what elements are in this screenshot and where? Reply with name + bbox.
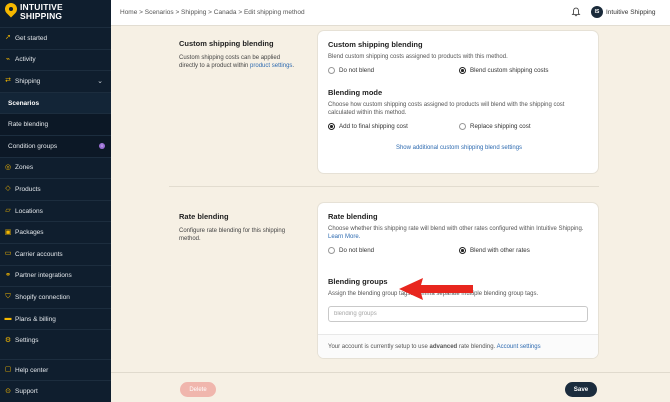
sidebar-item-label: Rate blending <box>8 121 49 129</box>
package-icon: ▣ <box>4 228 12 236</box>
custom-blending-card: Custom shipping blending Blend custom sh… <box>318 31 598 173</box>
sidebar-bottom: ▢ Help center ⊙ Support <box>0 358 111 402</box>
sidebar-item-locations[interactable]: ▱ Locations <box>0 199 111 222</box>
section-title: Custom shipping blending <box>179 39 274 48</box>
section-divider <box>169 186 599 187</box>
learn-more-link[interactable]: Learn More. <box>328 234 360 240</box>
sidebar-item-partner-integrations[interactable]: ⚭ Partner integrations <box>0 264 111 287</box>
rate-blending-footer: Your account is currently setup to use a… <box>318 334 598 358</box>
blend-custom-costs-radio[interactable]: Blend custom shipping costs <box>459 67 548 74</box>
sidebar-item-rate-blending[interactable]: Rate blending <box>0 113 111 135</box>
sidebar-item-packages[interactable]: ▣ Packages <box>0 221 111 243</box>
sidebar-item-shipping[interactable]: ⇄ Shipping ⌄ <box>0 70 111 92</box>
sidebar-item-settings[interactable]: ⚙ Settings <box>0 329 111 351</box>
do-not-blend-rates-radio[interactable]: Do not blend <box>328 247 374 254</box>
section-title: Rate blending <box>179 212 229 221</box>
sidebar-item-label: Zones <box>15 164 34 172</box>
sidebar-item-products[interactable]: ◇ Products <box>0 178 111 200</box>
sidebar-item-label: Shipping <box>15 77 41 85</box>
card-description: Blend custom shipping costs assigned to … <box>328 54 508 60</box>
custom-blending-section-info: Custom shipping blending Custom shipping… <box>179 39 297 70</box>
account-settings-link[interactable]: Account settings <box>497 344 541 350</box>
add-to-final-cost-radio[interactable]: Add to final shipping cost <box>328 123 408 130</box>
save-button[interactable]: Save <box>565 382 597 397</box>
sidebar-item-label: Scenarios <box>8 99 40 107</box>
radio-circle-selected[interactable] <box>328 123 335 130</box>
location-pin-logo-icon <box>2 0 20 20</box>
shipping-icon: ⇄ <box>5 77 11 85</box>
sidebar-nav: ➚ Get started ⌁ Activity ⇄ Shipping ⌄ Sc… <box>0 27 111 351</box>
sidebar-item-label: Packages <box>15 229 44 237</box>
blend-with-other-rates-radio[interactable]: Blend with other rates <box>459 247 530 254</box>
sidebar-item-label: Partner integrations <box>15 272 72 280</box>
show-additional-settings-link[interactable]: Show additional custom shipping blend se… <box>328 145 590 151</box>
top-bar: Home > Scenarios > Shipping > Canada > E… <box>111 0 670 26</box>
shopify-icon: ⛉ <box>5 293 11 301</box>
delete-button[interactable]: Delete <box>180 382 216 397</box>
globe-icon: ◎ <box>4 163 12 171</box>
blending-mode-description: Choose how custom shipping costs assigne… <box>328 102 565 116</box>
brand-logo[interactable]: INTUITIVE SHIPPING <box>2 0 63 21</box>
card-title: Rate blending <box>328 212 378 221</box>
support-icon: ⊙ <box>5 387 11 395</box>
tag-icon: ◇ <box>5 185 11 193</box>
rate-blending-section-info: Rate blending Configure rate blending fo… <box>179 212 297 243</box>
sidebar: INTUITIVE SHIPPING ➚ Get started ⌁ Activ… <box>0 0 111 402</box>
avatar[interactable]: IS <box>591 6 603 18</box>
sidebar-item-label: Shopify connection <box>15 293 70 301</box>
section-description: Configure rate blending for this shippin… <box>179 228 286 242</box>
rocket-icon: ➚ <box>5 34 11 42</box>
sidebar-item-carrier-accounts[interactable]: ▭ Carrier accounts <box>0 242 111 265</box>
integration-icon: ⚭ <box>5 271 11 279</box>
blending-mode-title: Blending mode <box>328 88 383 97</box>
sidebar-item-help-center[interactable]: ▢ Help center <box>0 358 111 381</box>
action-bar: Delete Save <box>111 372 670 402</box>
help-icon: ▢ <box>4 366 12 374</box>
red-arrow-annotation-icon <box>399 278 473 300</box>
location-icon: ▱ <box>5 207 11 215</box>
sidebar-item-condition-groups[interactable]: Condition groups i <box>0 134 111 157</box>
breadcrumb[interactable]: Home > Scenarios > Shipping > Canada > E… <box>120 9 305 16</box>
sidebar-item-label: Carrier accounts <box>15 250 63 258</box>
product-settings-link[interactable]: product settings <box>250 63 292 69</box>
replace-shipping-cost-radio[interactable]: Replace shipping cost <box>459 123 531 130</box>
sidebar-item-label: Help center <box>15 366 49 374</box>
sidebar-item-activity[interactable]: ⌁ Activity <box>0 48 111 71</box>
sidebar-item-shopify-connection[interactable]: ⛉ Shopify connection <box>0 286 111 308</box>
credit-card-icon: ▬ <box>4 315 12 323</box>
card-description: Choose whether this shipping rate will b… <box>328 226 584 240</box>
sidebar-item-label: Settings <box>15 337 39 345</box>
sidebar-item-label: Locations <box>15 207 43 215</box>
gear-icon: ⚙ <box>4 336 12 344</box>
card-title: Custom shipping blending <box>328 40 423 49</box>
radio-circle[interactable] <box>459 123 466 130</box>
sidebar-item-label: Support <box>15 388 38 396</box>
truck-icon: ▭ <box>4 250 12 258</box>
radio-circle[interactable] <box>328 67 335 74</box>
sidebar-item-get-started[interactable]: ➚ Get started <box>0 27 111 49</box>
sidebar-item-label: Plans & billing <box>15 315 56 323</box>
sidebar-item-support[interactable]: ⊙ Support <box>0 380 111 402</box>
radio-circle-selected[interactable] <box>459 67 466 74</box>
brand-line2: SHIPPING <box>20 10 63 21</box>
sidebar-item-label: Activity <box>15 56 36 64</box>
activity-icon: ⌁ <box>5 55 11 63</box>
sidebar-item-scenarios[interactable]: Scenarios <box>0 91 111 114</box>
radio-circle[interactable] <box>328 247 335 254</box>
do-not-blend-custom-radio[interactable]: Do not blend <box>328 67 374 74</box>
radio-circle-selected[interactable] <box>459 247 466 254</box>
section-description: Custom shipping costs can be applied dir… <box>179 55 295 69</box>
sidebar-item-plans-billing[interactable]: ▬ Plans & billing <box>0 307 111 330</box>
sidebar-item-label: Condition groups <box>8 142 58 150</box>
info-badge: i <box>99 142 105 149</box>
bell-icon[interactable] <box>571 7 581 17</box>
sidebar-item-label: Products <box>15 185 41 193</box>
sidebar-item-zones[interactable]: ◎ Zones <box>0 156 111 179</box>
chevron-down-icon[interactable]: ⌄ <box>97 77 103 85</box>
blending-groups-input[interactable] <box>328 306 588 322</box>
sidebar-item-label: Get started <box>15 34 48 42</box>
user-name[interactable]: Intuitive Shipping <box>606 9 656 16</box>
main-content: Custom shipping blending Custom shipping… <box>111 26 670 402</box>
